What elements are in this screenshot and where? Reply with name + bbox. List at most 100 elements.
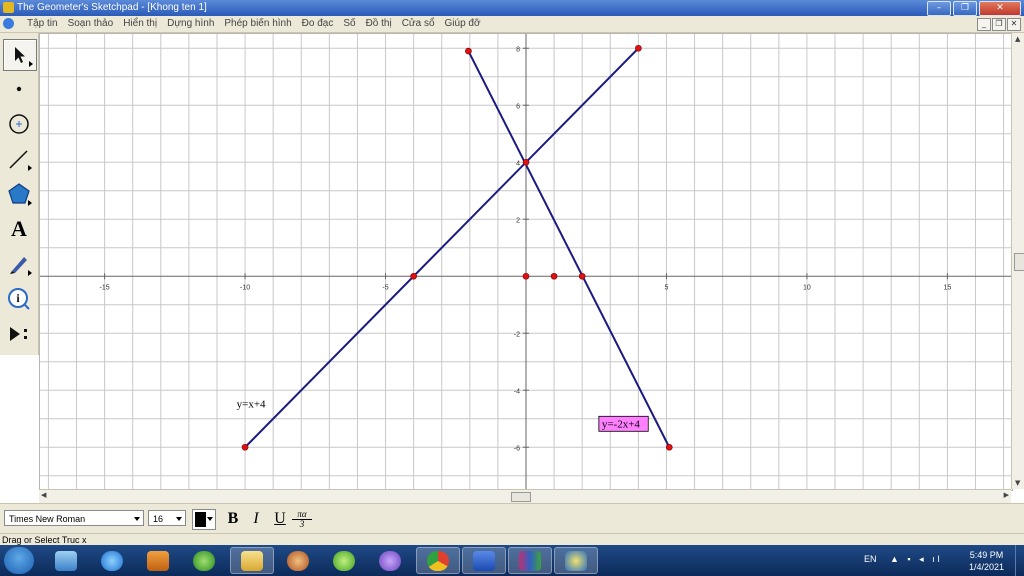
custom-tool[interactable] <box>3 319 35 349</box>
show-desktop-button[interactable] <box>1015 545 1024 576</box>
taskbar-app-green[interactable] <box>322 547 366 574</box>
file-explorer-icon <box>241 550 263 571</box>
system-tray: EN ▲ ▪ ◂ ıl 5:49 PM 1/4/2021 <box>854 545 1024 576</box>
internet-explorer-icon <box>101 550 123 571</box>
plot-point[interactable] <box>410 272 417 280</box>
taskbar-word[interactable] <box>462 547 506 574</box>
equation-label-1[interactable]: y=x+4 <box>237 398 266 410</box>
menu-number[interactable]: Số <box>338 16 360 32</box>
windows-start-icon[interactable] <box>4 547 34 574</box>
viber-icon <box>379 550 401 571</box>
plot-point[interactable] <box>578 272 586 280</box>
document-icon[interactable] <box>3 18 14 29</box>
menu-window[interactable]: Cửa sổ <box>397 16 440 32</box>
font-size-select[interactable]: 16 <box>148 510 186 526</box>
font-family-select[interactable]: Times New Roman <box>4 510 144 526</box>
doc-minimize-button[interactable]: _ <box>977 18 991 31</box>
plot-point[interactable] <box>522 158 530 166</box>
menu-transform[interactable]: Phép biến hình <box>219 16 296 32</box>
taskbar-app-circle[interactable] <box>276 547 320 574</box>
windows-taskbar: EN ▲ ▪ ◂ ıl 5:49 PM 1/4/2021 <box>0 545 1024 576</box>
color-swatch <box>195 512 206 527</box>
arrow-select-tool[interactable] <box>3 39 37 71</box>
taskbar-control-panel[interactable] <box>44 547 88 574</box>
taskbar-winrar[interactable] <box>508 547 552 574</box>
scroll-down-icon[interactable]: ▼ <box>1015 479 1020 487</box>
menu-measure[interactable]: Đo đạc <box>297 16 339 32</box>
menu-help[interactable]: Giúp đỡ <box>440 16 486 32</box>
menu-edit[interactable]: Soạn thảo <box>63 16 119 32</box>
minimize-button[interactable]: – <box>927 1 951 16</box>
close-button[interactable]: ✕ <box>979 1 1021 16</box>
text-color-picker[interactable] <box>192 509 216 530</box>
menu-file[interactable]: Tập tin <box>22 16 63 32</box>
x-tick-label: -5 <box>382 284 388 291</box>
plot-point[interactable] <box>635 44 642 52</box>
sketch-canvas[interactable]: -15 -10 -5 5 10 15 -6 -4 -2 2 4 6 8 y=x+4 y=-2x+4 <box>39 33 1013 491</box>
italic-button[interactable]: I <box>246 510 266 528</box>
math-format-button[interactable]: πα 3 <box>292 510 312 529</box>
text-tool[interactable]: A <box>3 214 35 244</box>
bold-button[interactable]: B <box>223 510 243 528</box>
taskbar-viber[interactable] <box>368 547 412 574</box>
doc-restore-button[interactable]: ❐ <box>992 18 1006 31</box>
x-tick-label: -15 <box>100 284 110 291</box>
horizontal-scroll-thumb[interactable] <box>511 492 531 502</box>
plot-point[interactable] <box>665 443 673 451</box>
vertical-scroll-thumb[interactable] <box>1014 253 1024 271</box>
plot-point[interactable] <box>465 47 472 55</box>
taskbar-media-player[interactable] <box>136 547 180 574</box>
word-icon <box>473 550 495 571</box>
arrow-icon <box>15 47 25 63</box>
toolbox: A i <box>0 33 39 355</box>
polygon-tool[interactable] <box>3 179 35 209</box>
y-tick-label: 2 <box>516 217 520 224</box>
menu-graph[interactable]: Đồ thị <box>361 16 397 32</box>
control-panel-icon <box>55 550 77 571</box>
plot-point[interactable] <box>550 272 558 280</box>
scroll-up-icon[interactable]: ▲ <box>1015 35 1020 43</box>
tray-icons[interactable]: ▲ ▪ ◂ ıl <box>890 554 943 565</box>
clock[interactable]: 5:49 PM 1/4/2021 <box>969 549 1004 573</box>
marker-tool[interactable] <box>3 249 35 279</box>
clock-date: 1/4/2021 <box>968 562 1004 572</box>
y-tick-label: 8 <box>516 46 520 53</box>
sketchpad-active-icon <box>565 550 587 571</box>
taskbar-chrome[interactable] <box>416 547 460 574</box>
text-A-icon: A <box>11 216 27 241</box>
scroll-right-icon[interactable]: ▶ <box>1004 491 1009 499</box>
equation-label-2[interactable]: y=-2x+4 <box>602 418 641 430</box>
doc-close-button[interactable]: ✕ <box>1007 18 1021 31</box>
sketchpad-icon <box>193 550 215 571</box>
plot-point[interactable] <box>241 443 249 451</box>
underline-button[interactable]: U <box>270 510 290 528</box>
x-tick-label: 10 <box>803 284 811 291</box>
horizontal-scrollbar[interactable]: ◀ ▶ <box>39 489 1011 503</box>
taskbar-file-explorer[interactable] <box>230 547 274 574</box>
straightedge-tool[interactable] <box>3 144 35 174</box>
font-size-value: 16 <box>153 514 164 524</box>
window-title: The Geometer's Sketchpad - [Khong ten 1] <box>17 2 207 13</box>
chevron-down-icon <box>134 517 140 521</box>
menu-construct[interactable]: Dựng hình <box>162 16 219 32</box>
information-tool[interactable]: i <box>3 284 35 314</box>
vertical-scrollbar[interactable]: ▲ ▼ <box>1011 33 1024 489</box>
taskbar-sketchpad-active[interactable] <box>554 547 598 574</box>
language-indicator[interactable]: EN <box>864 554 877 564</box>
restore-button[interactable]: ❐ <box>953 1 977 16</box>
x-tick-label: -10 <box>240 284 250 291</box>
winrar-icon <box>519 550 541 571</box>
play-custom-icon <box>10 327 27 341</box>
plot-point[interactable] <box>522 272 530 280</box>
sketchpad-app-icon <box>3 2 14 13</box>
y-tick-label: -6 <box>514 445 520 452</box>
point-tool[interactable] <box>3 74 35 104</box>
line-segment-2[interactable] <box>467 50 671 448</box>
y-tick-label: -4 <box>514 388 520 395</box>
taskbar-internet-explorer[interactable] <box>90 547 134 574</box>
compass-tool[interactable] <box>3 109 35 139</box>
taskbar-sketchpad[interactable] <box>182 547 226 574</box>
menu-display[interactable]: Hiển thị <box>118 16 162 32</box>
scroll-left-icon[interactable]: ◀ <box>41 491 46 499</box>
coordinate-plane[interactable]: -15 -10 -5 5 10 15 -6 -4 -2 2 4 6 8 y=x+4 y=-2x+4 <box>40 34 1012 490</box>
